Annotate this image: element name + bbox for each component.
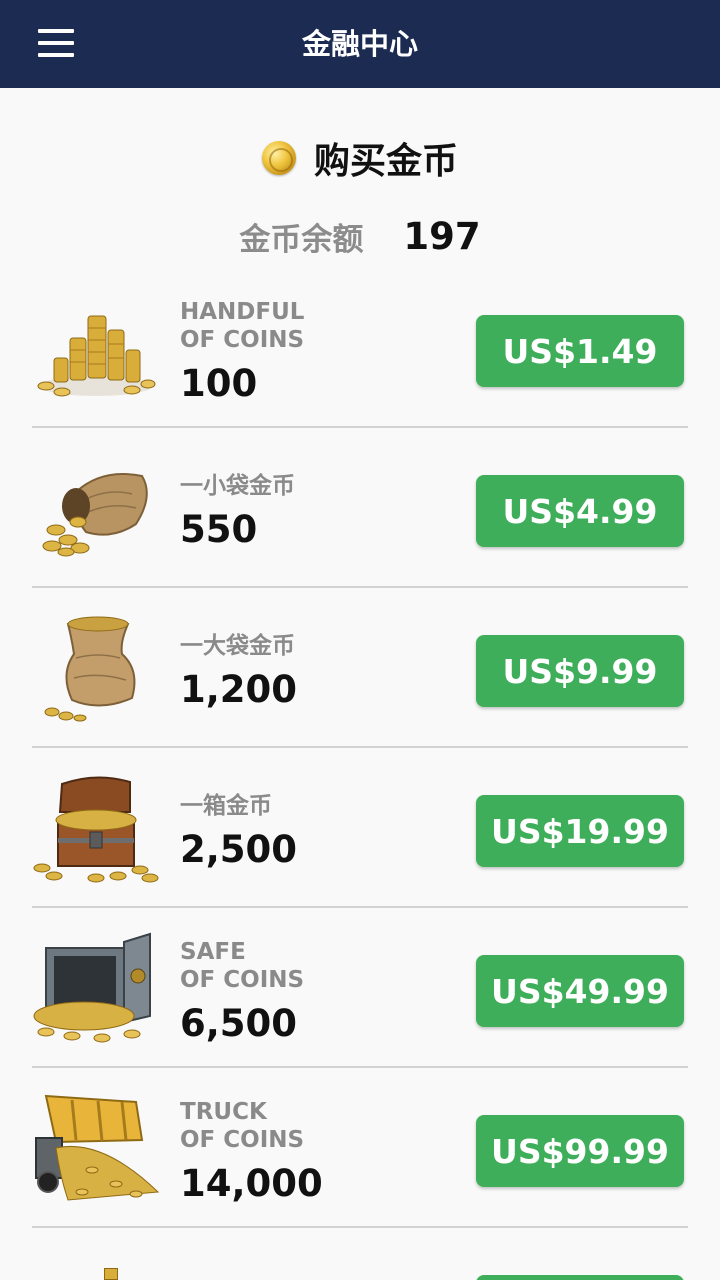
buy-button[interactable]: US$1.49 — [476, 315, 684, 387]
package-name: SAFE OF COINS — [180, 939, 305, 993]
package-item-small-sack: 一小袋金币 550 US$4.99 — [32, 428, 688, 588]
package-name: 一小袋金币 — [180, 473, 295, 499]
buy-button[interactable]: US$4.99 — [476, 475, 684, 547]
package-item-partial — [32, 1228, 688, 1280]
app-bar-title: 金融中心 — [301, 27, 418, 61]
large-coin-sack-image — [32, 608, 160, 728]
coin-truck-image — [32, 1088, 160, 1208]
buy-button[interactable] — [476, 1275, 684, 1280]
app-bar: 金融中心 — [0, 0, 720, 88]
buy-button[interactable]: US$49.99 — [476, 955, 684, 1027]
package-item-large-sack: 一大袋金币 1,200 US$9.99 — [32, 588, 688, 748]
package-amount: 100 — [180, 362, 258, 405]
balance-label: 金币余额 — [239, 221, 364, 258]
package-item-safe: SAFE OF COINS 6,500 US$49.99 — [32, 908, 688, 1068]
coin-safe-image — [32, 928, 160, 1048]
coin-stack-image — [104, 1268, 118, 1280]
buy-button[interactable]: US$99.99 — [476, 1115, 684, 1187]
page-title: 购买金币 — [313, 141, 458, 182]
balance-value: 197 — [403, 214, 481, 258]
coin-stacks-image — [32, 288, 160, 408]
package-item-handful: HANDFUL OF COINS 100 US$1.49 — [32, 268, 688, 428]
package-item-truck: TRUCK OF COINS 14,000 US$99.99 — [32, 1068, 688, 1228]
package-name: 一箱金币 — [180, 793, 272, 819]
buy-button[interactable]: US$19.99 — [476, 795, 684, 867]
package-amount: 6,500 — [180, 1002, 298, 1045]
treasure-chest-image — [32, 768, 160, 888]
coin-balance: 金币余额 197 — [0, 212, 720, 260]
small-coin-sack-image — [32, 448, 160, 568]
package-name: 一大袋金币 — [180, 633, 295, 659]
buy-button[interactable]: US$9.99 — [476, 635, 684, 707]
package-name: HANDFUL OF COINS — [180, 299, 305, 353]
package-amount: 14,000 — [180, 1162, 323, 1205]
package-amount: 1,200 — [180, 668, 298, 711]
page-heading: 购买金币 — [0, 134, 720, 182]
package-amount: 550 — [180, 508, 258, 551]
package-item-chest: 一箱金币 2,500 US$19.99 — [32, 748, 688, 908]
gold-coin-icon — [261, 141, 296, 175]
package-name: TRUCK OF COINS — [180, 1099, 305, 1153]
package-amount: 2,500 — [180, 828, 298, 871]
